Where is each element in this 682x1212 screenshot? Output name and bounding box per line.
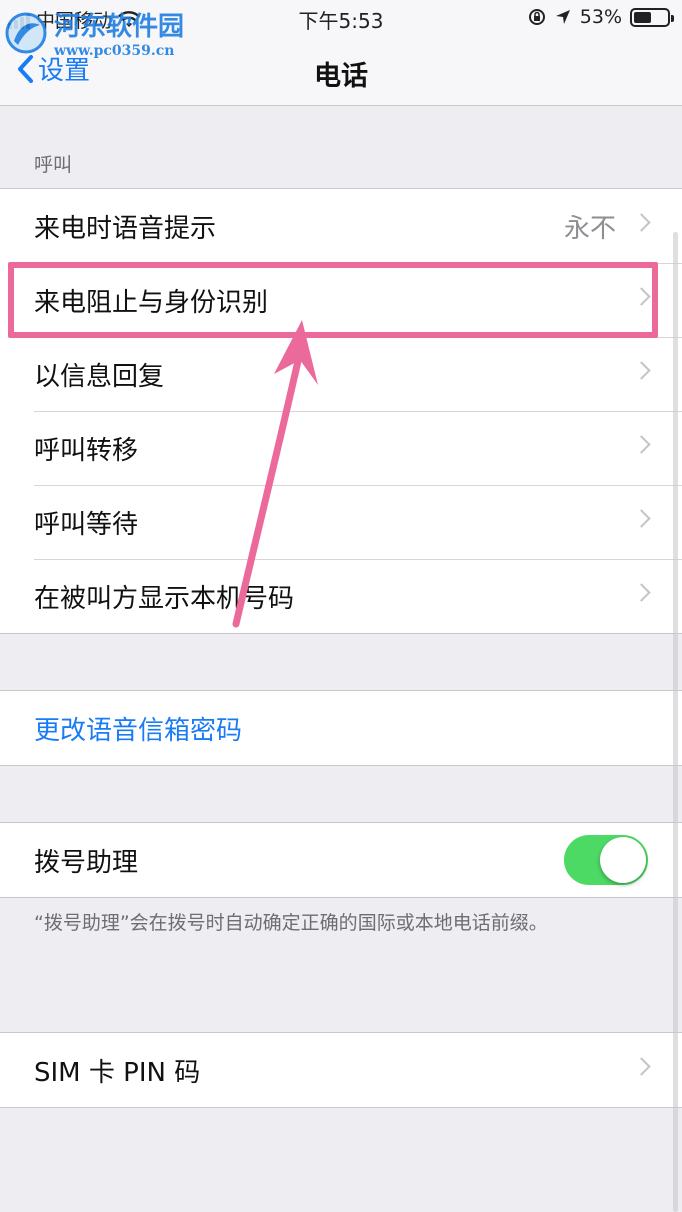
- chevron-right-icon: [632, 583, 651, 602]
- battery-icon: [630, 7, 674, 27]
- chevron-right-icon: [632, 1057, 651, 1076]
- chevron-right-icon: [632, 361, 651, 380]
- watermark: 河东软件园 www.pc0359.cn: [4, 6, 184, 59]
- dial-assist-toggle[interactable]: [564, 835, 648, 885]
- row-value: 永不: [563, 213, 616, 244]
- annotation-highlight-box: [8, 262, 658, 338]
- row-respond-with-text[interactable]: 以信息回复: [0, 337, 682, 411]
- sim-group: SIM 卡 PIN 码: [0, 1032, 682, 1108]
- row-dial-assist: 拨号助理: [0, 823, 682, 897]
- row-label: SIM 卡 PIN 码: [34, 1057, 201, 1088]
- call-settings-group: 来电时语音提示 永不 来电阻止与身份识别 以信息回复 呼叫转移 呼叫等待 在被叫…: [0, 188, 682, 634]
- watermark-url: www.pc0359.cn: [54, 43, 175, 59]
- toggle-knob: [600, 837, 646, 883]
- change-voicemail-password-button[interactable]: 更改语音信箱密码: [0, 691, 682, 765]
- row-announce-calls[interactable]: 来电时语音提示 永不: [0, 189, 682, 263]
- chevron-right-icon: [632, 435, 651, 454]
- voicemail-group: 更改语音信箱密码: [0, 690, 682, 766]
- row-label: 来电时语音提示: [34, 213, 217, 244]
- battery-percent: 53%: [579, 6, 622, 28]
- row-label: 拨号助理: [34, 847, 139, 878]
- row-sim-pin[interactable]: SIM 卡 PIN 码: [0, 1033, 682, 1107]
- link-label: 更改语音信箱密码: [34, 715, 243, 746]
- row-label: 以信息回复: [34, 361, 165, 392]
- watermark-text: 河东软件园 www.pc0359.cn: [54, 6, 184, 59]
- watermark-logo-icon: [5, 12, 47, 53]
- battery-fill: [634, 11, 651, 23]
- status-right: 53%: [528, 6, 674, 28]
- scroll-indicator: [673, 232, 678, 1212]
- rotation-lock-icon: [528, 9, 545, 25]
- row-label: 在被叫方显示本机号码: [34, 583, 295, 614]
- row-call-forwarding[interactable]: 呼叫转移: [0, 411, 682, 485]
- chevron-right-icon: [632, 509, 651, 528]
- row-call-waiting[interactable]: 呼叫等待: [0, 485, 682, 559]
- chevron-right-icon: [632, 213, 651, 232]
- page-title: 电话: [314, 61, 368, 92]
- row-label: 呼叫等待: [34, 509, 139, 540]
- watermark-title: 河东软件园: [54, 12, 185, 42]
- location-icon: [555, 10, 570, 24]
- dial-assist-note: “拨号助理”会在拨号时自动确定正确的国际或本地电话前缀。: [34, 912, 548, 934]
- dial-assist-group: 拨号助理: [0, 822, 682, 898]
- row-label: 呼叫转移: [34, 435, 139, 466]
- section-header-call: 呼叫: [34, 154, 73, 176]
- row-show-caller-id[interactable]: 在被叫方显示本机号码: [0, 559, 682, 633]
